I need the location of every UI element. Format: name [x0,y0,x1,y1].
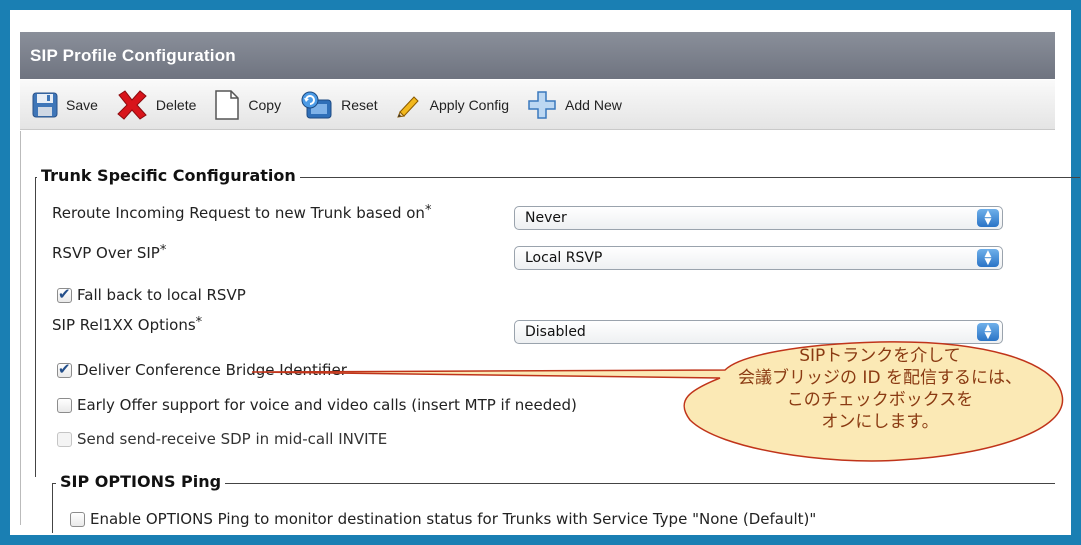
add-new-label: Add New [565,96,622,113]
reroute-select[interactable]: Never ▲ ▼ [514,206,1003,230]
options-ping-legend: SIP OPTIONS Ping [56,472,226,491]
delete-label: Delete [155,96,197,113]
toolbar: Save Delete Copy Reset Apply Config Add … [20,80,1055,130]
rel1xx-label: SIP Rel1XX Options* [52,315,202,334]
rsvp-label: RSVP Over SIP* [52,243,166,262]
reset-icon [299,90,333,120]
reroute-select-value: Never [525,210,567,226]
apply-config-button[interactable]: Apply Config [396,92,509,118]
select-arrows-icon: ▲ ▼ [977,323,999,341]
content-left-border [20,131,21,525]
required-marker: * [424,203,432,218]
pencil-icon [396,92,422,118]
reset-button[interactable]: Reset [299,90,378,120]
select-arrows-icon: ▲ ▼ [977,209,999,227]
early-offer-row[interactable]: Early Offer support for voice and video … [57,396,577,414]
deliver-bridge-id-label: Deliver Conference Bridge Identifier [77,361,347,379]
fallback-rsvp-checkbox[interactable] [57,285,72,303]
callout-line: オンにします。 [821,412,939,432]
callout-line: SIPトランクを介して [799,346,961,366]
callout-line: 会議ブリッジの ID を配信するには、 [738,368,1022,388]
rsvp-select-value: Local RSVP [525,250,603,266]
page-title: SIP Profile Configuration [20,32,1055,79]
early-offer-label: Early Offer support for voice and video … [77,396,577,414]
callout-line: このチェックボックスを [786,390,974,410]
fallback-rsvp-label: Fall back to local RSVP [77,286,246,304]
enable-options-ping-row[interactable]: Enable OPTIONS Ping to monitor destinati… [70,510,816,528]
apply-config-label: Apply Config [429,96,510,113]
reroute-label: Reroute Incoming Request to new Trunk ba… [52,203,431,222]
deliver-bridge-id-row[interactable]: Deliver Conference Bridge Identifier [57,360,347,379]
reset-label: Reset [341,96,378,113]
send-receive-sdp-checkbox [57,431,72,447]
enable-options-ping-label: Enable OPTIONS Ping to monitor destinati… [90,510,817,528]
enable-options-ping-checkbox[interactable] [70,511,85,527]
add-new-button[interactable]: Add New [527,90,622,120]
floppy-disk-icon [32,92,58,118]
fallback-rsvp-row[interactable]: Fall back to local RSVP [57,285,246,304]
section-divider [35,177,36,477]
deliver-bridge-id-checkbox[interactable] [57,360,72,378]
rsvp-select[interactable]: Local RSVP ▲ ▼ [514,246,1003,270]
red-x-icon [116,89,148,120]
early-offer-checkbox[interactable] [57,397,72,413]
copy-button[interactable]: Copy [214,89,282,120]
reroute-label-text: Reroute Incoming Request to new Trunk ba… [52,204,425,222]
required-marker: * [159,243,167,258]
plus-icon [527,90,557,120]
send-receive-sdp-row: Send send-receive SDP in mid-call INVITE [57,430,387,448]
rel1xx-select[interactable]: Disabled ▲ ▼ [514,320,1003,344]
trunk-config-legend: Trunk Specific Configuration [37,166,300,185]
copy-label: Copy [248,96,282,113]
save-label: Save [66,96,98,113]
callout-text: SIPトランクを介して 会議ブリッジの ID を配信するには、 このチェックボッ… [700,345,1060,433]
rel1xx-label-text: SIP Rel1XX Options [52,316,196,334]
select-arrows-icon: ▲ ▼ [977,249,999,267]
rel1xx-select-value: Disabled [525,324,586,340]
send-receive-sdp-label: Send send-receive SDP in mid-call INVITE [77,430,388,448]
required-marker: * [195,315,203,330]
save-button[interactable]: Save [32,92,98,118]
document-icon [214,89,240,120]
section-divider [52,483,53,533]
delete-button[interactable]: Delete [116,89,197,120]
rsvp-label-text: RSVP Over SIP [52,244,160,262]
